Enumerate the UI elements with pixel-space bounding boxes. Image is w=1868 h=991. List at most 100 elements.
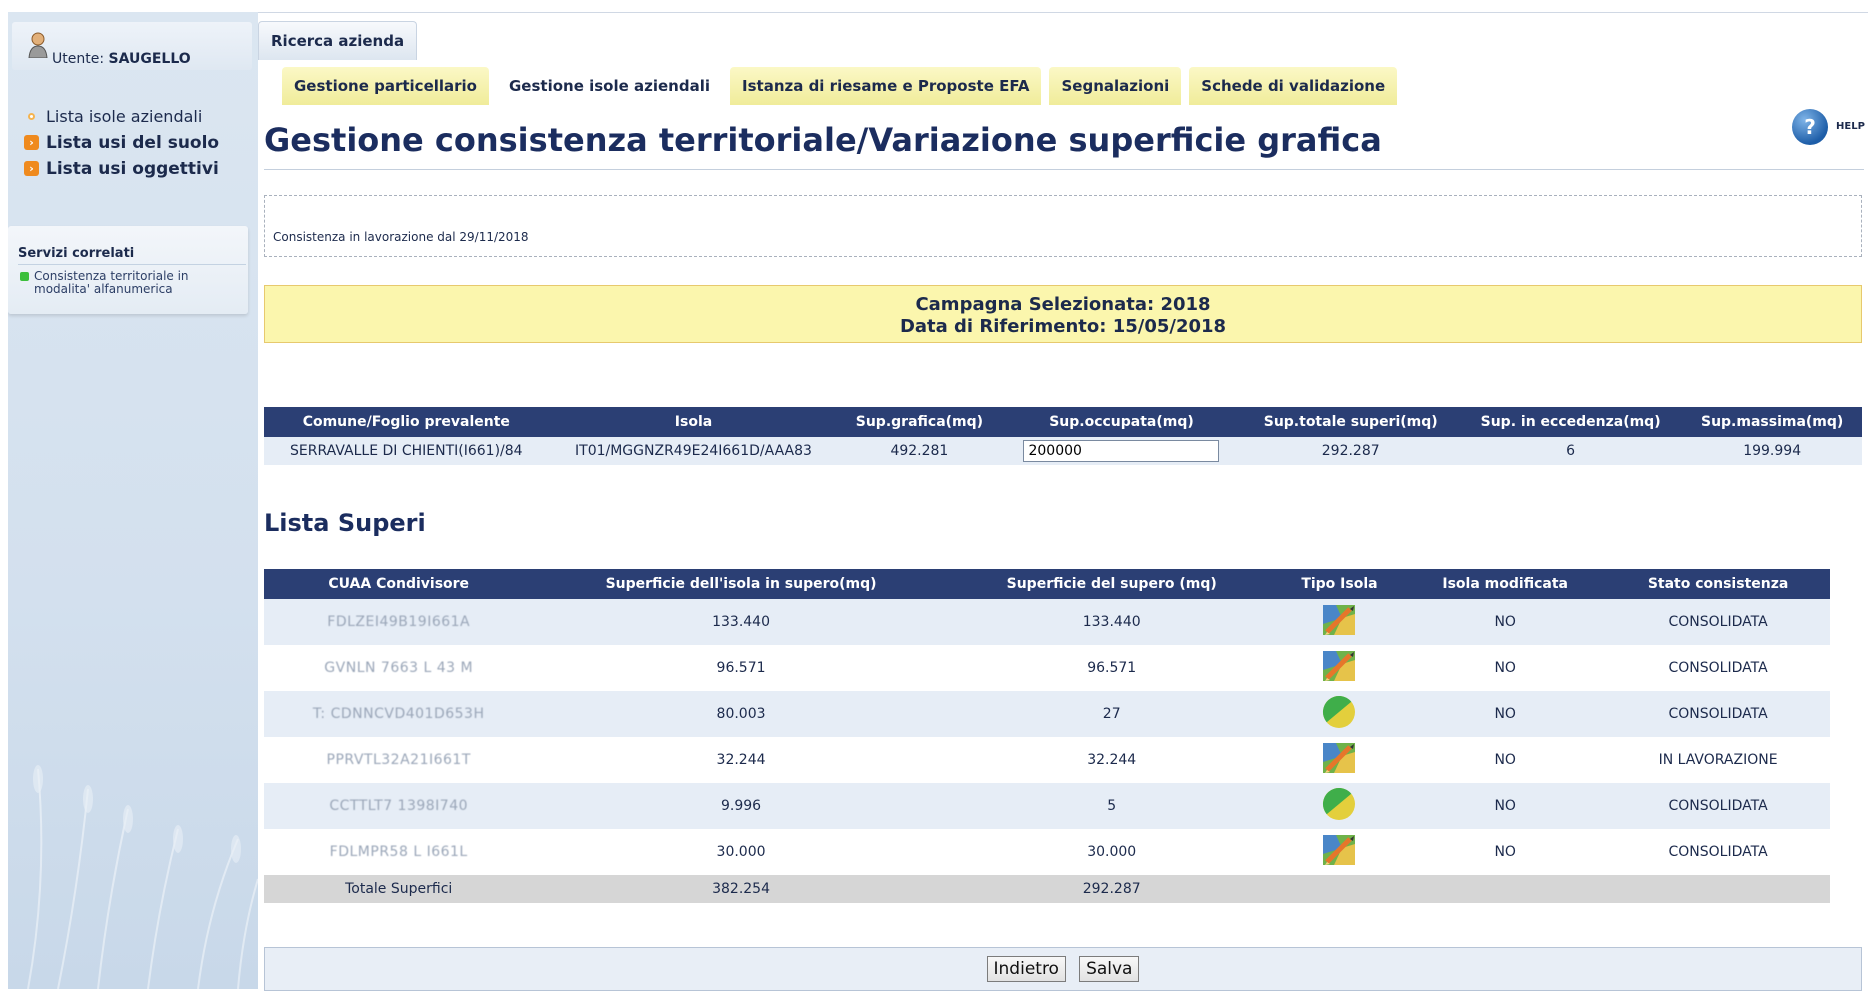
table-row: CCTTLT7 1398I740 9.996 5 NO CONSOLIDATA bbox=[264, 783, 1830, 829]
column-header: Sup.totale superi(mq) bbox=[1242, 407, 1459, 437]
tipo-isola-cell bbox=[1274, 599, 1405, 645]
notice-box: Consistenza in lavorazione dal 29/11/201… bbox=[264, 195, 1862, 257]
tipo-isola-cell bbox=[1274, 737, 1405, 783]
column-header: Isola bbox=[548, 407, 839, 437]
table-row: GVNLN 7663 L 43 M 96.571 96.571 NO CONSOLIDA… bbox=[264, 645, 1830, 691]
isola-modificata-cell: NO bbox=[1404, 691, 1607, 737]
cuaa-value: FDLZEI49B19I661A bbox=[327, 614, 471, 630]
cuaa-value: T: CDNNCVD401D653H bbox=[312, 706, 485, 722]
sup-supero-cell: 30.000 bbox=[948, 829, 1275, 875]
sup-isola-cell: 133.440 bbox=[533, 599, 949, 645]
divider bbox=[18, 264, 246, 265]
sup-supero-cell: 133.440 bbox=[948, 599, 1275, 645]
lista-superi-title: Lista Superi bbox=[264, 509, 426, 537]
sup-massima-cell: 199.994 bbox=[1682, 437, 1862, 465]
total-row: Totale Superfici 382.254 292.287 bbox=[264, 875, 1830, 903]
cuaa-cell: FDLZEI49B19I661A bbox=[264, 599, 534, 645]
sup-totale-superi-cell: 292.287 bbox=[1242, 437, 1459, 465]
tipo-isola-cell bbox=[1274, 645, 1405, 691]
sidebar-nav: Lista isole aziendali › Lista usi del su… bbox=[22, 104, 219, 182]
bullet-ring-icon bbox=[28, 113, 35, 120]
page-title: Gestione consistenza territoriale/Variaz… bbox=[264, 121, 1382, 159]
column-header: Comune/Foglio prevalente bbox=[264, 407, 549, 437]
sidebar-item-lista-isole-aziendali[interactable]: Lista isole aziendali bbox=[22, 104, 219, 130]
map-tool-icon[interactable] bbox=[1322, 742, 1356, 778]
stato-consistenza-cell: CONSOLIDATA bbox=[1606, 783, 1830, 829]
column-header: Sup. in eccedenza(mq) bbox=[1458, 407, 1683, 437]
stato-consistenza-cell: CONSOLIDATA bbox=[1606, 599, 1830, 645]
total-sup-supero: 292.287 bbox=[948, 875, 1275, 903]
cuaa-cell: CCTTLT7 1398I740 bbox=[264, 783, 534, 829]
help-label: HELP bbox=[1836, 121, 1865, 132]
sup-supero-cell: 27 bbox=[948, 691, 1275, 737]
comune-cell: SERRAVALLE DI CHIENTI(I661)/84 bbox=[264, 437, 549, 465]
table-row: FDLMPR58 L I661L 30.000 30.000 NO CONSOLIDAT… bbox=[264, 829, 1830, 875]
map-tool-icon[interactable] bbox=[1322, 604, 1356, 640]
superi-table: CUAA Condivisore Superficie dell'isola i… bbox=[264, 569, 1830, 903]
column-header: Stato consistenza bbox=[1606, 569, 1830, 599]
superi-table-body: FDLZEI49B19I661A 133.440 133.440 NO CONSOLID… bbox=[264, 599, 1830, 903]
column-header: Superficie del supero (mq) bbox=[948, 569, 1275, 599]
sup-isola-cell: 96.571 bbox=[533, 645, 949, 691]
sup-supero-cell: 32.244 bbox=[948, 737, 1275, 783]
pie-circle-icon[interactable] bbox=[1322, 695, 1356, 733]
column-header: Sup.grafica(mq) bbox=[838, 407, 1001, 437]
isola-modificata-cell: NO bbox=[1404, 599, 1607, 645]
cuaa-cell: PPRVTL32A21I661T bbox=[264, 737, 534, 783]
tab-gestione-particellario[interactable]: Gestione particellario bbox=[282, 67, 489, 105]
table-header-row: CUAA Condivisore Superficie dell'isola i… bbox=[264, 569, 1830, 599]
sub-tabs: Gestione particellario Gestione isole az… bbox=[282, 67, 1398, 105]
total-sup-isola: 382.254 bbox=[533, 875, 949, 903]
orange-arrow-icon: › bbox=[24, 161, 39, 176]
sidebar-item-label: Lista usi oggettivi bbox=[46, 159, 219, 179]
table-row: SERRAVALLE DI CHIENTI(I661)/84 IT01/MGGN… bbox=[264, 437, 1862, 465]
map-tool-icon[interactable] bbox=[1322, 650, 1356, 686]
back-button[interactable]: Indietro bbox=[986, 956, 1066, 982]
tab-segnalazioni[interactable]: Segnalazioni bbox=[1049, 67, 1182, 105]
sup-occupata-input[interactable] bbox=[1023, 440, 1220, 462]
sup-supero-cell: 96.571 bbox=[948, 645, 1275, 691]
tab-ricerca-azienda[interactable]: Ricerca azienda bbox=[258, 21, 418, 60]
column-header: Superficie dell'isola in supero(mq) bbox=[533, 569, 949, 599]
isola-modificata-cell: NO bbox=[1404, 783, 1607, 829]
column-header: Sup.massima(mq) bbox=[1682, 407, 1862, 437]
cuaa-cell: T: CDNNCVD401D653H bbox=[264, 691, 534, 737]
cuaa-value: PPRVTL32A21I661T bbox=[326, 752, 471, 768]
help-button[interactable]: ? HELP bbox=[1792, 109, 1868, 149]
user-name: SAUGELLO bbox=[108, 51, 191, 67]
sidebar-item-lista-usi-del-suolo[interactable]: › Lista usi del suolo bbox=[22, 130, 219, 156]
isola-modificata-cell: NO bbox=[1404, 737, 1607, 783]
column-header: Tipo Isola bbox=[1274, 569, 1405, 599]
sidebar-item-lista-usi-oggettivi[interactable]: › Lista usi oggettivi bbox=[22, 156, 219, 182]
cuaa-cell: FDLMPR58 L I661L bbox=[264, 829, 534, 875]
campaign-banner: Campagna Selezionata: 2018 Data di Rifer… bbox=[264, 285, 1862, 343]
consistenza-alfanumerica-link[interactable]: Consistenza territoriale in modalita' al… bbox=[20, 270, 244, 296]
map-tool-icon[interactable] bbox=[1322, 834, 1356, 870]
column-header: CUAA Condivisore bbox=[264, 569, 534, 599]
sup-supero-cell: 5 bbox=[948, 783, 1275, 829]
tab-gestione-isole-aziendali[interactable]: Gestione isole aziendali bbox=[497, 67, 722, 105]
main-content: Ricerca azienda Gestione particellario G… bbox=[258, 12, 1868, 991]
sup-isola-cell: 30.000 bbox=[533, 829, 949, 875]
table-row: FDLZEI49B19I661A 133.440 133.440 NO CONSOLID… bbox=[264, 599, 1830, 645]
tipo-isola-cell bbox=[1274, 783, 1405, 829]
tab-istanza-riesame-efa[interactable]: Istanza di riesame e Proposte EFA bbox=[730, 67, 1042, 105]
table-row: T: CDNNCVD401D653H 80.003 27 NO CONSOLIDATA bbox=[264, 691, 1830, 737]
tab-schede-validazione[interactable]: Schede di validazione bbox=[1189, 67, 1398, 105]
sup-isola-cell: 9.996 bbox=[533, 783, 949, 829]
save-button[interactable]: Salva bbox=[1079, 956, 1140, 982]
sup-isola-cell: 32.244 bbox=[533, 737, 949, 783]
notice-text: Consistenza in lavorazione dal 29/11/201… bbox=[273, 230, 529, 244]
pie-circle-icon[interactable] bbox=[1322, 787, 1356, 825]
tipo-isola-cell bbox=[1274, 829, 1405, 875]
empty-cell bbox=[1274, 875, 1405, 903]
stato-consistenza-cell: IN LAVORAZIONE bbox=[1606, 737, 1830, 783]
reference-date: Data di Riferimento: 15/05/2018 bbox=[899, 316, 1227, 337]
empty-cell bbox=[1404, 875, 1607, 903]
column-header: Sup.occupata(mq) bbox=[1000, 407, 1243, 437]
servizi-correlati-box: Servizi correlati Consistenza territoria… bbox=[8, 226, 248, 314]
tipo-isola-cell bbox=[1274, 691, 1405, 737]
sidebar-item-label: Lista usi del suolo bbox=[46, 133, 220, 153]
user-label: Utente: bbox=[52, 51, 105, 67]
table-row: PPRVTL32A21I661T 32.244 32.244 NO IN LAVORAZ… bbox=[264, 737, 1830, 783]
